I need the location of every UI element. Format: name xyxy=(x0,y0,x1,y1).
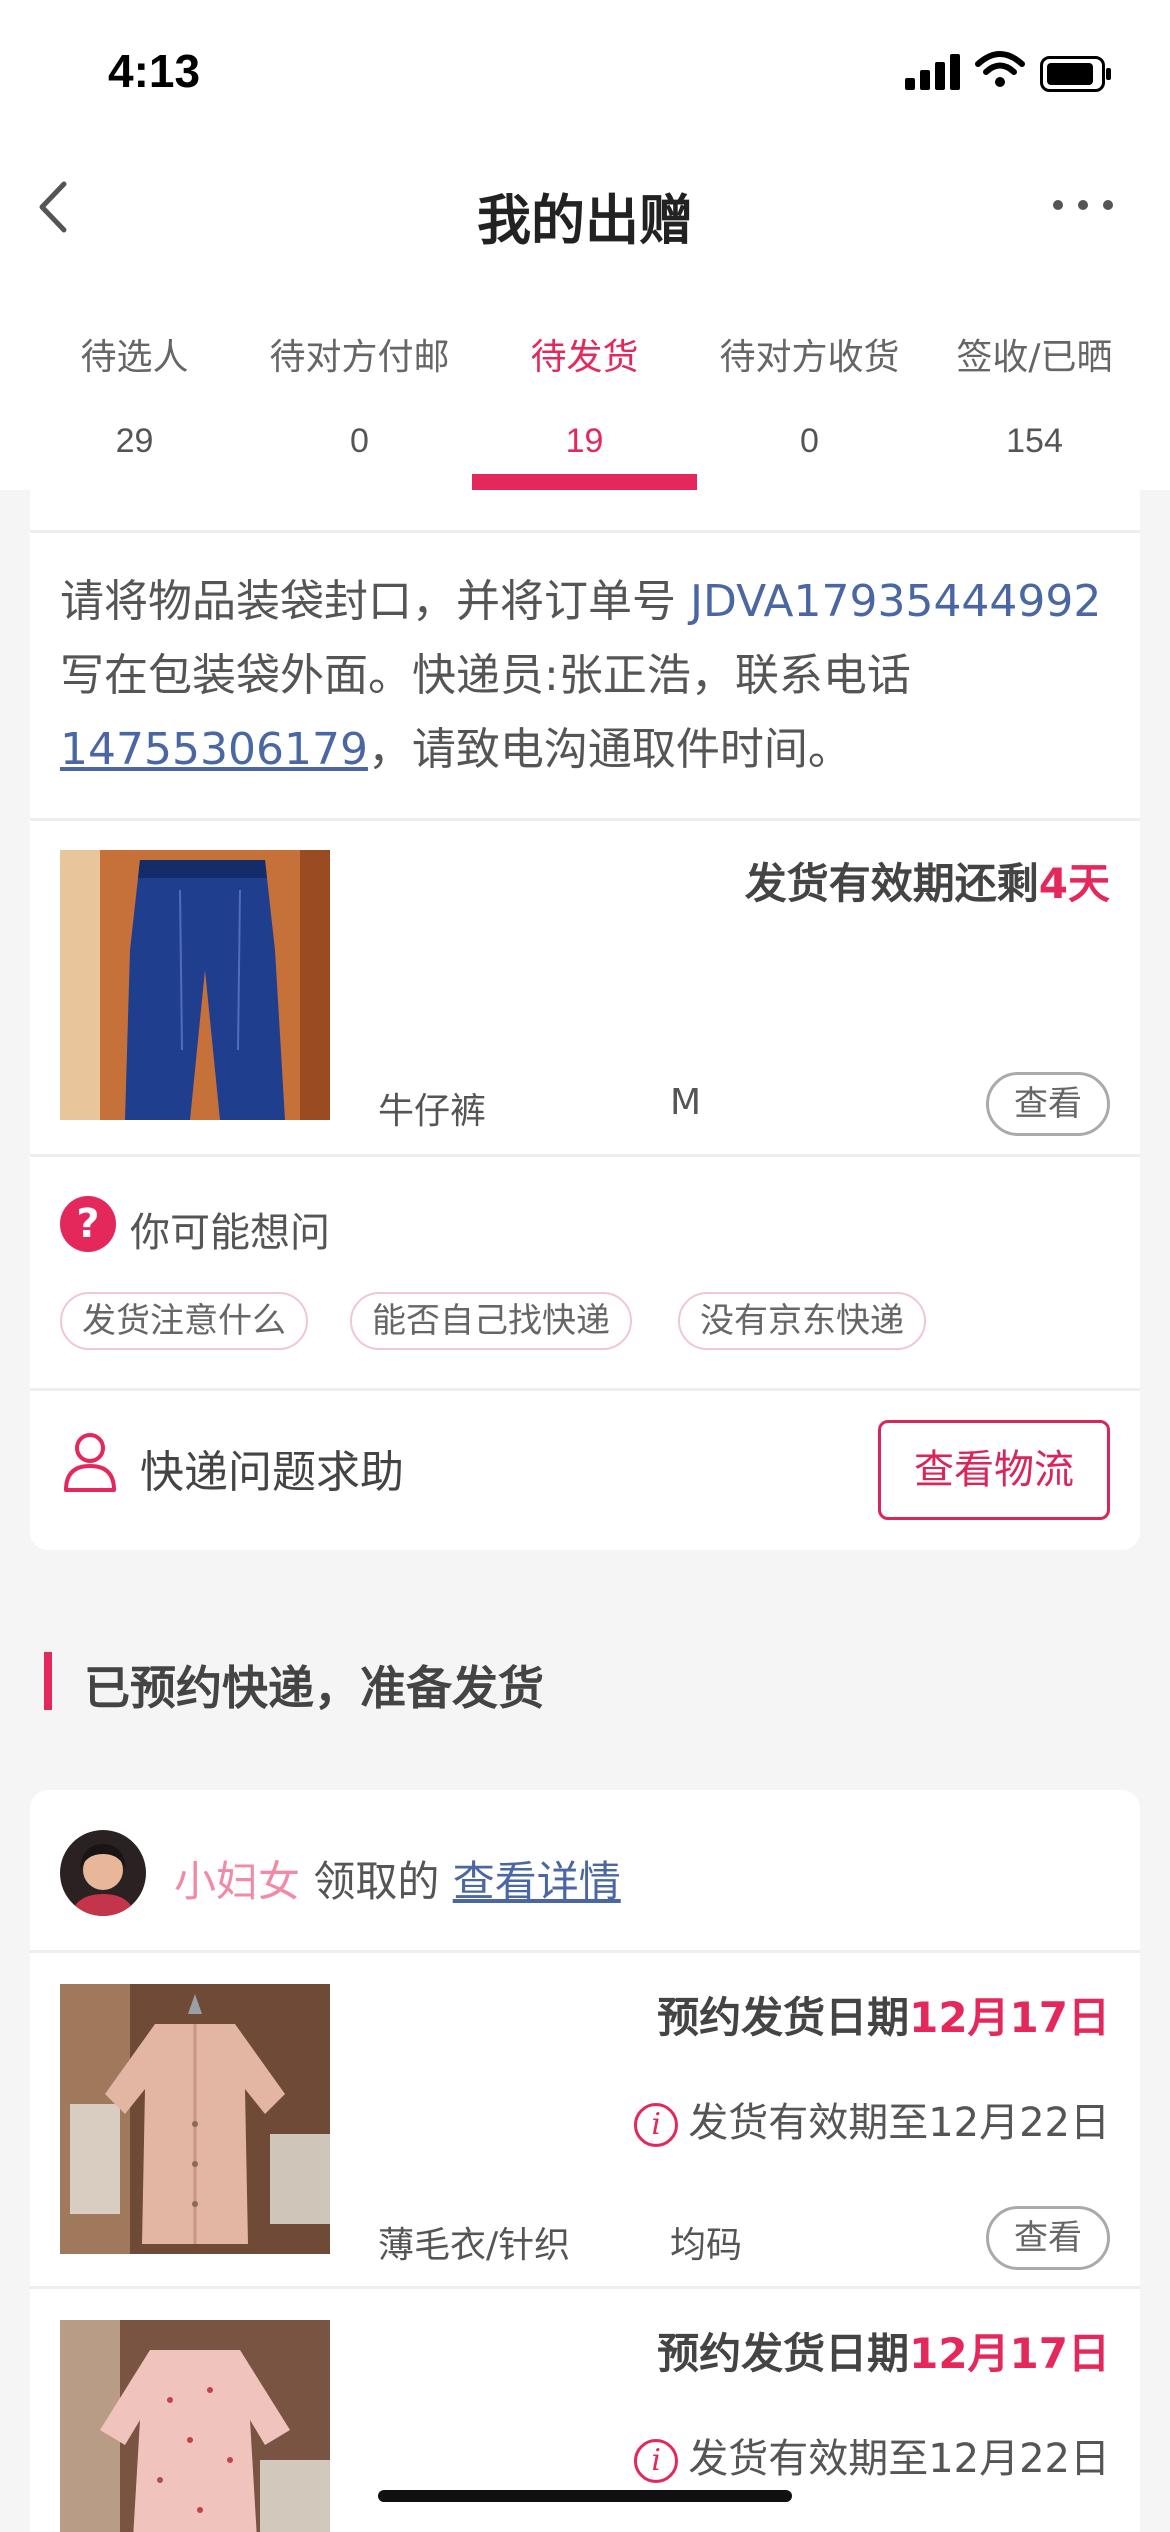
wifi-icon xyxy=(975,51,1025,87)
notice-text: 请将物品装袋封口，并将订单号 xyxy=(60,576,690,627)
tab-pending-select[interactable]: 待选人 29 xyxy=(22,300,247,490)
courier-help-link[interactable]: 快递问题求助 xyxy=(140,1436,404,1500)
tab-count: 0 xyxy=(800,422,819,460)
tab-label: 待选人 xyxy=(80,337,189,378)
product-name: 牛仔裤 xyxy=(378,1091,487,1132)
appointment-date: 预约发货日期12月17日 xyxy=(657,1984,1110,2045)
received-text: 领取的 xyxy=(300,1857,453,1906)
tab-label: 待发货 xyxy=(530,337,639,378)
home-indicator[interactable] xyxy=(378,2490,792,2502)
valid-text: 发货有效期至12月22日 xyxy=(688,2436,1110,2482)
status-time: 4:13 xyxy=(108,45,201,97)
order-card: 小妇女 领取的 查看详情 预约发货日期12月17日 i 发货有效期至12月22日 … xyxy=(30,1790,1140,2532)
question-icon: ? xyxy=(60,1196,116,1252)
divider xyxy=(30,1950,1140,1953)
cellular-signal-icon xyxy=(905,54,960,90)
product-size: 均码 xyxy=(670,2225,743,2266)
order-card: 请将物品装袋封口，并将订单号 JDVA17935444992 写在包装袋外面。快… xyxy=(30,470,1140,1550)
product-thumbnail-jeans[interactable] xyxy=(60,850,330,1120)
notice-text: ，请致电沟通取件时间。 xyxy=(367,724,852,775)
appointment-value: 12月17日 xyxy=(909,1993,1110,2042)
tab-signed[interactable]: 签收/已晒 154 xyxy=(922,300,1147,490)
tab-count: 154 xyxy=(1006,422,1063,460)
divider xyxy=(30,530,1140,533)
appointment-label: 预约发货日期 xyxy=(657,2329,910,2378)
battery-icon xyxy=(1040,56,1111,92)
tab-label: 签收/已晒 xyxy=(956,337,1113,378)
top-bar: 4:13 我的出赠 待选人 29 待对方付邮 0 待发货 19 待对方收货 0 … xyxy=(0,0,1170,490)
tab-count: 0 xyxy=(350,422,369,460)
divider xyxy=(30,2286,1140,2289)
appointment-date: 预约发货日期12月17日 xyxy=(657,2320,1110,2381)
valid-text: 发货有效期至12月22日 xyxy=(688,2100,1110,2146)
notice-text: 写在包装袋外面。快递员:张正浩，联系电话 xyxy=(60,650,911,701)
status-bar: 4:13 xyxy=(0,0,1170,150)
valid-until: i 发货有效期至12月22日 xyxy=(634,2090,1110,2148)
faq-title: 你可能想问 xyxy=(130,1210,330,1256)
product-thumbnail-sweater[interactable] xyxy=(60,1984,330,2254)
appointment-value: 12月17日 xyxy=(909,2329,1110,2378)
person-icon xyxy=(64,1433,116,1492)
track-logistics-button[interactable]: 查看物流 xyxy=(878,1420,1110,1520)
view-button[interactable]: 查看 xyxy=(986,2206,1110,2270)
tab-count: 19 xyxy=(565,422,604,460)
tab-count: 29 xyxy=(115,422,154,460)
product-thumbnail-dress[interactable] xyxy=(60,2320,330,2532)
section-title: 已预约快递，准备发货 xyxy=(84,1661,544,1715)
deadline-value: 4天 xyxy=(1038,859,1110,908)
view-details-link[interactable]: 查看详情 xyxy=(453,1857,621,1906)
tab-pending-receive[interactable]: 待对方收货 0 xyxy=(697,300,922,490)
divider xyxy=(30,1388,1140,1391)
tab-pending-ship[interactable]: 待发货 19 xyxy=(472,300,697,490)
product-size: M xyxy=(670,1082,702,1123)
page-title: 我的出赠 xyxy=(477,189,693,252)
shipping-notice: 请将物品装袋封口，并将订单号 JDVA17935444992 写在包装袋外面。快… xyxy=(60,565,1140,787)
courier-phone-link[interactable]: 14755306179 xyxy=(60,724,368,775)
product-name: 薄毛衣/针织 xyxy=(378,2225,571,2266)
receiver-name[interactable]: 小妇女 xyxy=(174,1857,300,1906)
view-button[interactable]: 查看 xyxy=(986,1072,1110,1136)
tab-label: 待对方收货 xyxy=(719,337,900,378)
order-number[interactable]: JDVA17935444992 xyxy=(690,576,1101,627)
receiver-line: 小妇女 领取的 查看详情 xyxy=(174,1848,621,1909)
navigation-bar: 我的出赠 xyxy=(0,150,1170,270)
tab-pending-postage[interactable]: 待对方付邮 0 xyxy=(247,300,472,490)
faq-chip[interactable]: 发货注意什么 xyxy=(60,1292,308,1350)
ship-deadline: 发货有效期还剩4天 xyxy=(745,850,1110,911)
faq-chip[interactable]: 能否自己找快递 xyxy=(350,1292,632,1350)
info-icon: i xyxy=(634,2103,679,2147)
status-tabs: 待选人 29 待对方付邮 0 待发货 19 待对方收货 0 签收/已晒 154 xyxy=(0,300,1170,490)
tab-label: 待对方付邮 xyxy=(269,337,450,378)
valid-until: i 发货有效期至12月22日 xyxy=(634,2426,1110,2484)
faq-chip[interactable]: 没有京东快递 xyxy=(678,1292,926,1350)
divider xyxy=(30,1154,1140,1157)
appointment-label: 预约发货日期 xyxy=(657,1993,910,2042)
more-icon[interactable] xyxy=(1048,190,1118,220)
avatar[interactable] xyxy=(60,1830,146,1916)
info-icon: i xyxy=(634,2439,679,2483)
tab-indicator xyxy=(472,474,697,490)
section-accent-bar xyxy=(44,1652,52,1710)
deadline-label: 发货有效期还剩 xyxy=(744,859,1039,908)
divider xyxy=(30,818,1140,821)
